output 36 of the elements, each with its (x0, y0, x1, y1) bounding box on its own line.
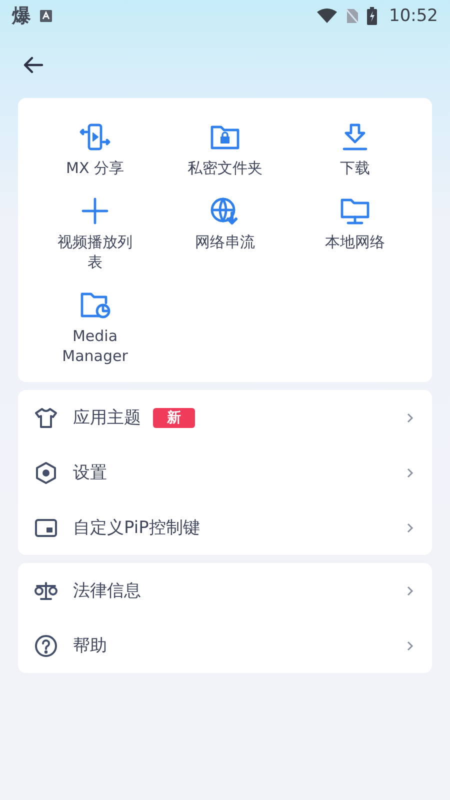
monitor-icon (338, 196, 372, 226)
shortcut-tile[interactable]: 下载 (290, 118, 420, 182)
folder-chart-icon (78, 290, 112, 320)
back-arrow-icon (22, 56, 44, 74)
shortcut-tile[interactable]: 私密文件夹 (160, 118, 290, 182)
menu-item-label: 自定义PiP控制键 (73, 517, 200, 539)
menu-item[interactable]: 自定义PiP控制键 (18, 500, 432, 555)
menu-item-label: 设置 (73, 462, 107, 484)
chevron-right-icon (406, 640, 414, 652)
shortcut-tile[interactable]: 视频播放列表 (30, 192, 160, 276)
menu-item-label: 帮助 (73, 635, 107, 657)
notification-glyph: 爆 (12, 4, 31, 29)
chevron-right-icon (406, 584, 414, 596)
menu-item[interactable]: 应用主题 新 (18, 390, 432, 445)
menu-item[interactable]: 法律信息 (18, 563, 432, 618)
battery-charging-icon (367, 7, 377, 25)
help-icon (34, 634, 58, 658)
shortcut-tile[interactable]: 本地网络 (290, 192, 420, 276)
keyboard-icon (39, 9, 53, 23)
menu-item-label: 应用主题 (73, 407, 141, 429)
shirt-icon (34, 406, 58, 430)
shortcut-tile[interactable]: Media Manager (30, 286, 160, 370)
hexagon-icon (34, 460, 58, 484)
menu-item-label: 法律信息 (73, 580, 141, 602)
new-badge: 新 (153, 408, 195, 428)
shortcut-tile[interactable]: 网络串流 (160, 192, 290, 276)
shortcut-tile[interactable]: MX 分享 (30, 118, 160, 182)
no-sim-icon (345, 8, 359, 24)
share-video-icon (78, 122, 112, 152)
chevron-right-icon (406, 522, 414, 534)
clock-time: 10:52 (389, 6, 438, 26)
wifi-icon (317, 8, 337, 24)
menu-item[interactable]: 帮助 (18, 618, 432, 673)
menu-item[interactable]: 设置 (18, 445, 432, 500)
chevron-right-icon (406, 466, 414, 478)
chevron-right-icon (406, 412, 414, 424)
